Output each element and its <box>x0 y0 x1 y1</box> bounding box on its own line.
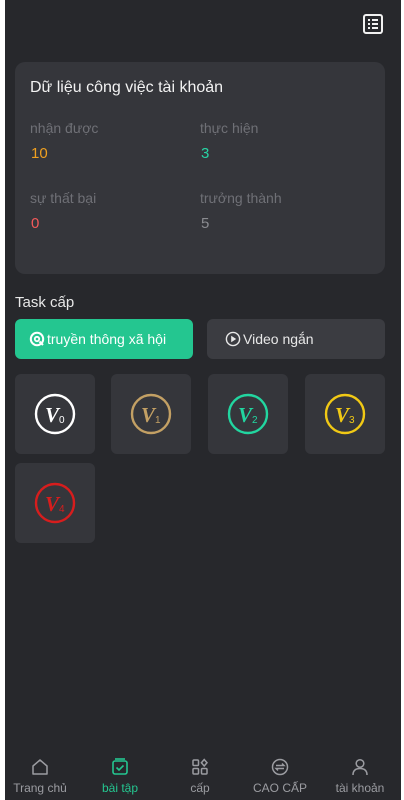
svg-text:1: 1 <box>155 415 161 426</box>
app-screen: Dữ liệu công việc tài khoản nhận được 10… <box>5 0 401 800</box>
stat-matured-label: trưởng thành <box>200 190 282 206</box>
social-icon <box>29 331 45 347</box>
nav-account-label: tài khoản <box>335 781 385 795</box>
exchange-icon <box>271 758 289 776</box>
nav-tasks[interactable]: bài tập <box>80 757 160 795</box>
level-card-v3[interactable]: V 3 <box>305 374 385 454</box>
svg-text:0: 0 <box>59 415 65 426</box>
home-icon <box>32 759 48 775</box>
stat-received-value: 10 <box>31 145 48 162</box>
vip-badge-v1-icon: V 1 <box>130 393 172 435</box>
nav-level-label: cấp <box>190 781 210 795</box>
task-icon <box>112 758 128 775</box>
account-data-card: Dữ liệu công việc tài khoản nhận được 10… <box>15 62 385 274</box>
nav-home[interactable]: Trang chủ <box>5 757 80 795</box>
nav-level[interactable]: cấp <box>160 757 240 795</box>
level-card-v0[interactable]: V 0 <box>15 374 95 454</box>
stat-failed-value: 0 <box>31 215 40 232</box>
level-card-v1[interactable]: V 1 <box>111 374 191 454</box>
level-card-v2[interactable]: V 2 <box>208 374 288 454</box>
vip-badge-v2-icon: V 2 <box>227 393 269 435</box>
vip-badge-v4-icon: V 4 <box>34 482 76 524</box>
vip-badge-v0-icon: V 0 <box>34 393 76 435</box>
vip-badge-v3-icon: V 3 <box>324 393 366 435</box>
tab-social-media[interactable]: truyền thông xã hội <box>15 319 193 359</box>
nav-premium[interactable]: CAO CẤP <box>240 757 320 795</box>
task-level-title: Task cấp <box>15 294 75 311</box>
stat-received-label: nhận được <box>30 120 99 136</box>
nav-home-label: Trang chủ <box>13 781 67 795</box>
bottom-nav: Trang chủ bài tập cấp CAO CẤP tài khoản <box>5 750 401 800</box>
svg-text:3: 3 <box>349 415 355 426</box>
level-card-v4[interactable]: V 4 <box>15 463 95 543</box>
svg-text:2: 2 <box>252 415 258 426</box>
stat-matured-value: 5 <box>201 215 210 232</box>
svg-text:4: 4 <box>59 504 65 515</box>
card-title: Dữ liệu công việc tài khoản <box>30 79 224 96</box>
user-icon <box>352 758 368 776</box>
list-icon[interactable] <box>363 14 383 34</box>
stat-done-label: thực hiện <box>200 120 259 136</box>
stat-failed-label: sự thất bại <box>30 190 97 206</box>
nav-account[interactable]: tài khoản <box>320 757 400 795</box>
tab-video-label: Video ngắn <box>243 331 314 347</box>
nav-premium-label: CAO CẤP <box>252 781 307 795</box>
stat-done-value: 3 <box>201 145 210 162</box>
tab-social-label: truyền thông xã hội <box>47 331 167 347</box>
tab-short-video[interactable]: Video ngắn <box>207 319 385 359</box>
play-icon <box>225 331 241 347</box>
grid-icon <box>192 758 208 775</box>
nav-tasks-label: bài tập <box>101 781 139 795</box>
